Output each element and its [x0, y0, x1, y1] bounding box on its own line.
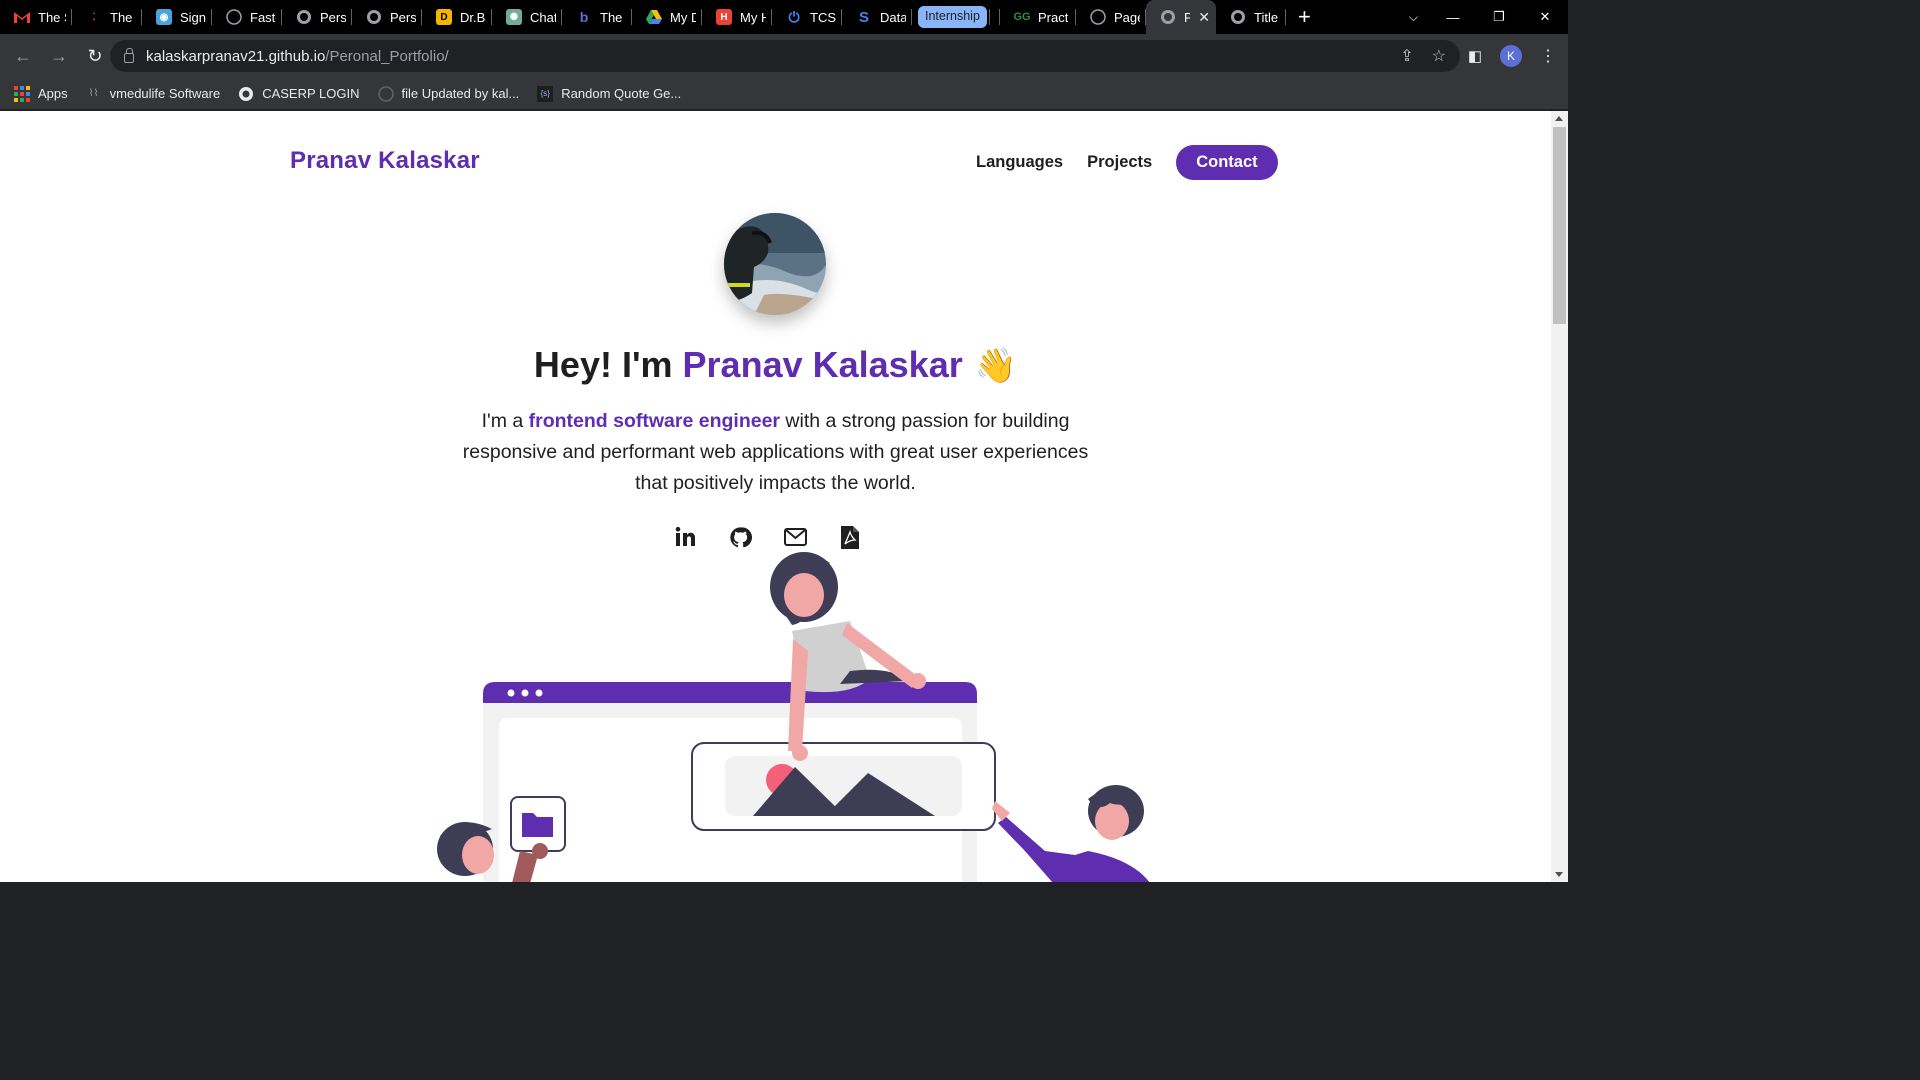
minimize-icon[interactable]: —: [1430, 10, 1476, 25]
close-tab-icon[interactable]: ✕: [1198, 9, 1210, 26]
browser-tab[interactable]: i: [990, 0, 1000, 34]
new-tab-button[interactable]: +: [1286, 0, 1323, 34]
browser-tab[interactable]: The S: [0, 0, 72, 34]
bookmark-vmedulife[interactable]: ⌇⌇ vmedulife Software: [86, 86, 220, 102]
hero-name: Pranav Kalaskar: [682, 344, 963, 385]
page-scrollbar[interactable]: [1551, 111, 1568, 882]
power-icon: ⏻: [788, 8, 800, 25]
scroll-up-icon[interactable]: [1555, 116, 1563, 121]
browser-toolbar: ← → ↻ kalaskarpranav21.github.io/Peronal…: [0, 34, 1568, 78]
globe-icon: [238, 86, 254, 102]
reload-icon[interactable]: ↻: [78, 39, 112, 73]
info-icon: i: [992, 9, 1000, 25]
site-nav: Languages Projects Contact: [976, 145, 1302, 180]
gmail-icon: [14, 9, 30, 25]
linkedin-icon[interactable]: [672, 524, 698, 550]
hero-heading: Hey! I'm Pranav Kalaskar 👋: [533, 344, 1018, 385]
page-viewport: Pranav Kalaskar Languages Projects Conta…: [0, 111, 1551, 882]
bookmark-caserp[interactable]: CASERP LOGIN: [238, 86, 360, 102]
contact-button[interactable]: Contact: [1176, 145, 1278, 180]
browser-tab[interactable]: Faste: [212, 0, 282, 34]
browser-tab[interactable]: ⁚ The S: [72, 0, 142, 34]
b-icon: b: [579, 9, 589, 25]
browser-tab[interactable]: ✺ ChatC: [492, 0, 562, 34]
apps-grid-icon: [14, 85, 30, 102]
hero-role: frontend software engineer: [528, 410, 781, 432]
bookmark-file-updated[interactable]: file Updated by kal...: [377, 85, 519, 102]
bookmarks-bar: Apps ⌇⌇ vmedulife Software CASERP LOGIN …: [0, 78, 1568, 110]
scroll-down-icon[interactable]: [1555, 872, 1563, 877]
app-icon: H: [716, 9, 732, 25]
forward-icon[interactable]: →: [42, 39, 76, 73]
lock-icon[interactable]: [124, 48, 134, 63]
vmedulife-icon: ⌇⌇: [88, 88, 99, 99]
browser-tab[interactable]: Title: [1216, 0, 1286, 34]
browser-tab[interactable]: b The b: [562, 0, 632, 34]
bookmark-star-icon[interactable]: ☆: [1432, 46, 1446, 66]
browser-tab[interactable]: GG Pract: [1000, 0, 1076, 34]
globe-icon: [366, 9, 382, 25]
github-icon: [377, 85, 394, 102]
tab-group-internship[interactable]: Internship: [912, 0, 990, 34]
browser-tab[interactable]: ⏻ TCS iC: [772, 0, 842, 34]
app-icon: ⁚: [92, 11, 96, 23]
chatgpt-icon: ✺: [506, 9, 522, 25]
browser-tab[interactable]: ◉ Sign i: [142, 0, 212, 34]
browser-tab[interactable]: Page: [1076, 0, 1146, 34]
waving-hand-icon: 👋: [974, 347, 1018, 385]
restore-icon[interactable]: ❐: [1476, 9, 1522, 25]
window-controls: — ❐ ✕: [1430, 0, 1568, 34]
tab-strip: The S ⁚ The S ◉ Sign i Faste Perso Perso…: [0, 0, 1568, 34]
social-links: [672, 524, 863, 550]
gfg-icon: GG: [1013, 11, 1031, 23]
browser-tab[interactable]: S Data: [842, 0, 912, 34]
nav-projects[interactable]: Projects: [1087, 153, 1152, 172]
close-window-icon[interactable]: ✕: [1522, 9, 1568, 25]
github-icon: [226, 9, 242, 25]
address-bar[interactable]: kalaskarpranav21.github.io/Peronal_Portf…: [110, 40, 1460, 72]
s-icon: S: [858, 8, 869, 26]
nav-languages[interactable]: Languages: [976, 153, 1063, 172]
browser-tab[interactable]: Perso: [282, 0, 352, 34]
tab-search-chevron-icon[interactable]: ⌵: [1409, 0, 1418, 34]
github-icon: [1090, 9, 1106, 25]
sign-icon: ◉: [156, 9, 172, 25]
mail-icon[interactable]: [782, 524, 808, 550]
site-logo[interactable]: Pranav Kalaskar: [290, 147, 480, 175]
globe-icon: [1160, 9, 1176, 25]
side-panel-icon[interactable]: ◧: [1468, 47, 1482, 65]
back-icon[interactable]: ←: [6, 39, 40, 73]
globe-icon: [296, 9, 312, 25]
profile-photo: [724, 213, 826, 315]
browser-tab-active[interactable]: Pr ✕: [1146, 0, 1216, 34]
browser-tab[interactable]: D Dr.Ba: [422, 0, 492, 34]
hero-description: I'm a frontend software engineer with a …: [462, 410, 1089, 494]
scrollbar-thumb[interactable]: [1553, 127, 1566, 324]
browser-tab[interactable]: Perso: [352, 0, 422, 34]
drive-icon: [646, 9, 662, 25]
profile-avatar[interactable]: K: [1500, 45, 1522, 67]
code-icon: {s}: [537, 85, 554, 102]
pdf-resume-icon[interactable]: [837, 524, 863, 550]
app-icon: D: [436, 9, 452, 25]
github-icon[interactable]: [727, 524, 753, 550]
share-icon[interactable]: ⇪: [1400, 46, 1413, 66]
globe-icon: [1230, 9, 1246, 25]
browser-tab[interactable]: My D: [632, 0, 702, 34]
bookmark-random-quote[interactable]: {s} Random Quote Ge...: [537, 85, 681, 102]
browser-tab[interactable]: H My H: [702, 0, 772, 34]
hero-illustration: [437, 552, 1150, 882]
menu-kebab-icon[interactable]: ⋮: [1540, 46, 1556, 66]
bookmark-apps[interactable]: Apps: [14, 85, 68, 102]
